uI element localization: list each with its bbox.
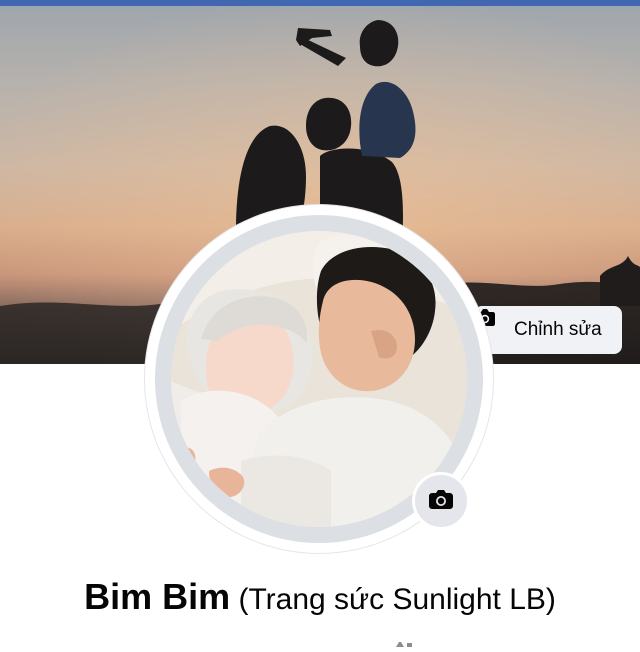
camera-icon	[428, 487, 454, 516]
edit-cover-label: Chỉnh sửa	[514, 319, 602, 340]
bio-text-fragment	[392, 634, 414, 647]
edit-cover-button[interactable]: Chỉnh sửa	[474, 306, 622, 354]
profile-alternate-name: (Trang sức Sunlight LB)	[230, 583, 556, 616]
profile-primary-name: Bim Bim	[84, 576, 231, 617]
profile-name: Bim Bim (Trang sức Sunlight LB)	[0, 576, 640, 618]
update-profile-picture-button[interactable]	[412, 472, 470, 530]
